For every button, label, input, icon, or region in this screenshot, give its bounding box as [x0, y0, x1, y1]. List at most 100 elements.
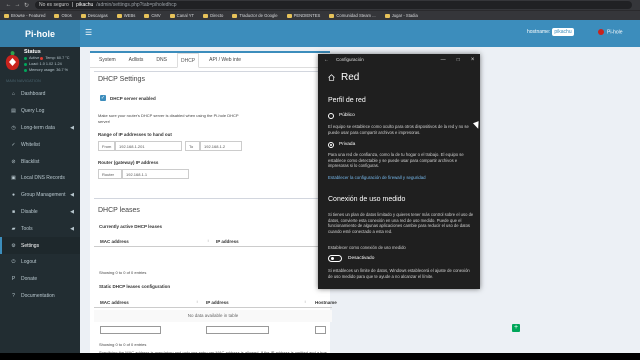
sidebar-item-query-log[interactable]: ▤ Query Log — [0, 103, 80, 120]
bookmarks-bar: Browse - Featured Otros Descargas WEBs C… — [0, 10, 640, 20]
maximize-icon[interactable]: □ — [457, 57, 460, 63]
bookmark-label: Otros — [61, 13, 72, 18]
private-radio[interactable] — [328, 142, 334, 148]
sidebar-item-dashboard[interactable]: ⌂ Dashboard — [0, 86, 80, 103]
sidebar-item-label: Whitelist — [21, 141, 40, 148]
folder-icon — [144, 13, 150, 18]
bookmark-label: PENDIENTES — [293, 13, 321, 18]
gear-icon: ⚙ — [11, 242, 16, 249]
network-heading: Red — [328, 72, 359, 83]
mac-address-input[interactable] — [100, 326, 161, 334]
folder-icon — [232, 13, 238, 18]
bookmark[interactable]: Traductor de Google — [232, 13, 278, 18]
sidebar-item-label: Donate — [21, 276, 38, 283]
from-addon: From — [98, 141, 115, 151]
public-description: El equipo se establece como oculto para … — [328, 124, 469, 135]
ip-address-input[interactable] — [206, 326, 269, 334]
static-mac-header[interactable]: MAC address — [100, 300, 129, 305]
sort-icon: ↕ — [207, 238, 209, 243]
tab-dhcp[interactable]: DHCP — [176, 52, 200, 68]
sidebar-item-settings[interactable]: ⚙ Settings — [0, 237, 80, 254]
memory-dot-icon — [24, 68, 27, 72]
sidebar-item-whitelist[interactable]: ✓ Whitelist — [0, 136, 80, 153]
status-load-text: Load: 1.0 1.02 1.24 — [29, 62, 62, 66]
static-hostname-header[interactable]: Hostname — [315, 300, 337, 305]
static-ip-header[interactable]: IP address — [206, 300, 229, 305]
hostname-input[interactable] — [315, 326, 326, 334]
private-label: Privada — [339, 142, 356, 147]
folder-icon — [54, 13, 60, 18]
toggle-state-label: Desactivado — [348, 256, 375, 261]
menu-toggle-icon[interactable]: ☰ — [85, 28, 92, 37]
tab-api-web-interface[interactable]: API / Web inte — [206, 55, 244, 65]
sidebar-item-long-term-data[interactable]: ◷ Long-term data ◀ — [0, 120, 80, 137]
sort-icon: ↕ — [196, 299, 198, 304]
reload-icon[interactable]: ↻ — [22, 2, 31, 9]
pihole-logo[interactable]: Pi-hole — [0, 20, 80, 47]
sidebar-item-donate[interactable]: P Donate — [0, 271, 80, 288]
screen-bottom-edge — [0, 353, 640, 360]
active-showing-entries: Showing 0 to 0 of 0 entries — [99, 270, 147, 275]
desktop-screenshot: ← → ↻ No es seguro | pikachu /admin/sett… — [0, 0, 640, 360]
settings-window-title: Configuración — [336, 57, 364, 62]
bookmark-label: Jugar - Stadia — [391, 13, 418, 18]
active-mac-header[interactable]: MAC address — [100, 239, 129, 244]
bookmark[interactable]: Jugar - Stadia — [384, 13, 418, 18]
folder-icon — [4, 13, 9, 18]
to-addon: To — [185, 141, 200, 151]
public-radio[interactable] — [328, 113, 334, 119]
from-input[interactable]: 192.168.1.201 — [115, 141, 182, 151]
status-temperature: Temp: 60.7 °C — [45, 56, 70, 60]
chevron-left-icon: ◀ — [70, 208, 74, 215]
router-input[interactable]: 192.168.1.1 — [122, 169, 189, 179]
status-block: Status Active Temp: 60.7 °C Load: 1.0 1.… — [0, 47, 80, 77]
active-ip-header[interactable]: IP address — [216, 239, 239, 244]
question-icon: ? — [12, 292, 15, 299]
history-icon: ◷ — [11, 124, 16, 131]
sidebar-item-label: Tools — [21, 225, 33, 232]
url-field[interactable]: No es seguro | pikachu /admin/settings.p… — [35, 1, 632, 9]
bookmark[interactable]: Descargas — [80, 13, 108, 18]
add-static-lease-button[interactable]: + — [512, 324, 520, 332]
status-memory: Memory usage: 36.7 % — [24, 68, 68, 72]
bookmark[interactable]: WEBs — [116, 13, 135, 18]
sidebar-item-blacklist[interactable]: ⊘ Blacklist — [0, 153, 80, 170]
bookmark[interactable]: Otros — [54, 13, 72, 18]
browser-address-bar: ← → ↻ No es seguro | pikachu /admin/sett… — [0, 0, 640, 10]
dhcp-enabled-checkbox[interactable]: ✓ — [100, 95, 106, 101]
bookmark[interactable]: Comunidad Steam ... — [329, 13, 376, 18]
sidebar-item-label: Query Log — [21, 108, 45, 115]
user-menu[interactable]: Pi-hole — [598, 29, 623, 35]
public-label: Público — [339, 113, 355, 118]
minimize-icon[interactable]: — — [441, 57, 446, 63]
sidebar-item-documentation[interactable]: ? Documentation — [0, 288, 80, 305]
static-leases-table-head: MAC address ↕ IP address ↕ Hostname — [94, 296, 337, 308]
bookmark[interactable]: CMV — [144, 13, 161, 18]
metered-toggle[interactable] — [328, 255, 342, 262]
static-leases-title: Static DHCP leases configuration — [99, 284, 171, 289]
bookmark-label: Canal YT — [176, 13, 195, 18]
bookmark[interactable]: Browse - Featured — [4, 13, 45, 18]
bookmark[interactable]: Canal YT — [169, 13, 195, 18]
chevron-left-icon: ◀ — [70, 192, 74, 199]
sidebar-item-disable[interactable]: ■ Disable ◀ — [0, 204, 80, 221]
tab-system[interactable]: System — [96, 55, 119, 65]
to-input[interactable]: 192.168.1.2 — [200, 141, 242, 151]
sidebar-item-tools[interactable]: ▰ Tools ◀ — [0, 220, 80, 237]
bookmark-label: Traductor de Google — [239, 13, 278, 18]
sidebar-item-logout[interactable]: ⏻ Logout — [0, 254, 80, 271]
settings-tabs: System Adlists DNS DHCP API / Web inte — [90, 52, 330, 68]
tab-adlists[interactable]: Adlists — [126, 55, 147, 65]
close-icon[interactable]: × — [471, 57, 475, 63]
status-active-text: Active — [29, 56, 40, 60]
back-arrow-icon[interactable]: ← — [324, 57, 329, 63]
bookmark[interactable]: Directo — [203, 13, 223, 18]
forward-icon[interactable]: → — [13, 2, 22, 8]
sidebar-item-group-management[interactable]: ● Group Management ◀ — [0, 187, 80, 204]
sidebar-item-label: Settings — [21, 242, 40, 249]
back-icon[interactable]: ← — [4, 2, 13, 8]
tab-dns[interactable]: DNS — [153, 55, 170, 65]
sidebar-item-local-dns-records[interactable]: ▣ Local DNS Records — [0, 170, 80, 187]
bookmark[interactable]: PENDIENTES — [286, 13, 321, 18]
firewall-settings-link[interactable]: Establecer la configuración de firewall … — [328, 175, 426, 180]
